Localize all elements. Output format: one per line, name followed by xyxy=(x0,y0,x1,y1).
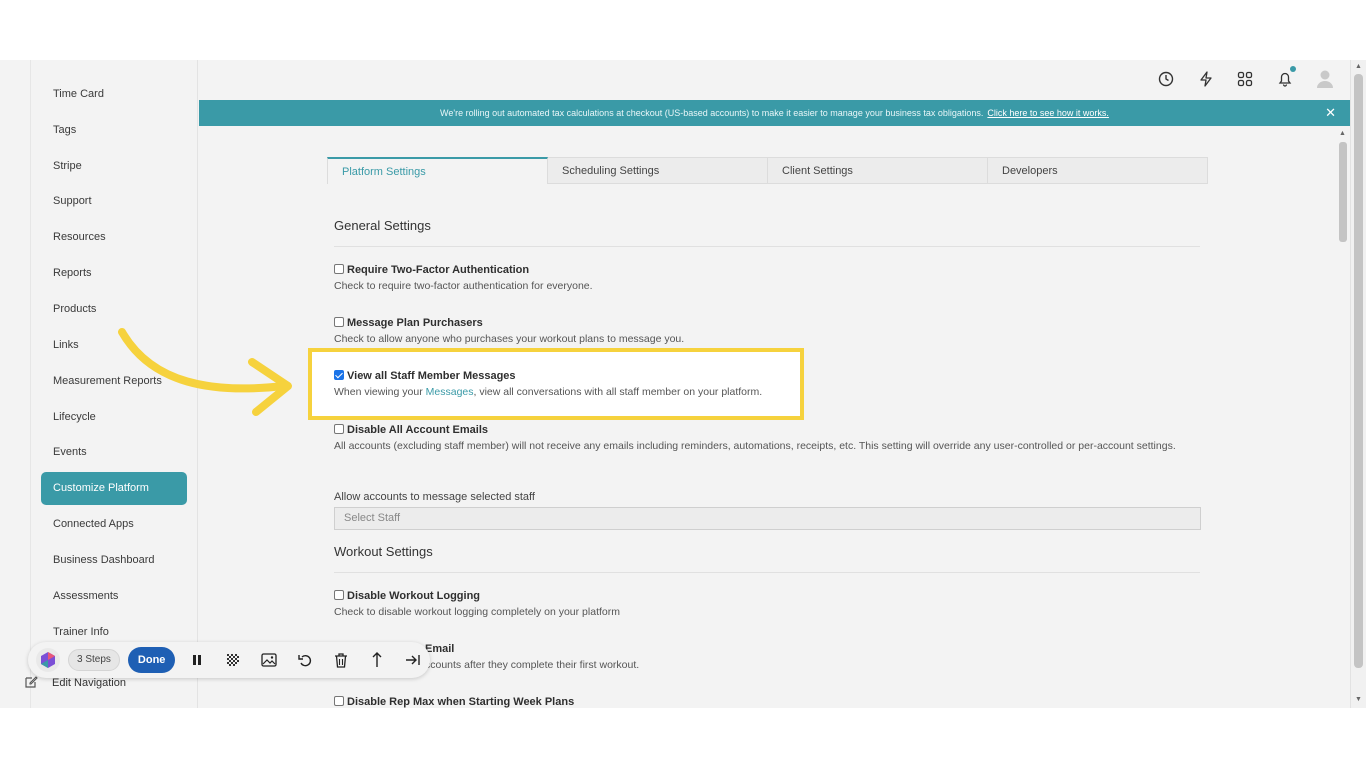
disable-workout-logging-checkbox[interactable] xyxy=(334,590,344,600)
sidebar-item-tags[interactable]: Tags xyxy=(41,114,187,147)
setting-label: View all Staff Member Messages xyxy=(347,370,516,382)
pause-icon[interactable] xyxy=(183,646,211,674)
sidebar-item-connected-apps[interactable]: Connected Apps xyxy=(41,508,187,541)
page-scrollbar-thumb[interactable] xyxy=(1354,74,1363,668)
sidebar-item-assessments[interactable]: Assessments xyxy=(41,580,187,613)
lightning-icon[interactable] xyxy=(1195,68,1217,90)
banner-link[interactable]: Click here to see how it works. xyxy=(987,108,1109,118)
two-factor-checkbox[interactable] xyxy=(334,264,344,274)
annotation-arrow xyxy=(118,328,292,416)
undo-icon[interactable] xyxy=(291,646,319,674)
setting-description-partial: ccounts after they complete their first … xyxy=(425,659,640,671)
history-icon[interactable] xyxy=(1155,68,1177,90)
setting-label: Require Two-Factor Authentication xyxy=(347,264,530,276)
setting-disable-account-emails: Disable All Account Emails All accounts … xyxy=(334,424,1200,453)
sidebar-item-resources[interactable]: Resources xyxy=(41,221,187,254)
recorder-logo-icon xyxy=(36,648,60,672)
user-avatar-icon[interactable] xyxy=(1314,68,1336,90)
sidebar-item-products[interactable]: Products xyxy=(41,293,187,326)
done-button[interactable]: Done xyxy=(127,647,176,673)
sidebar-item-stripe[interactable]: Stripe xyxy=(41,150,187,183)
setting-disable-workout-logging: Disable Workout Logging Check to disable… xyxy=(334,590,1200,619)
bell-icon[interactable] xyxy=(1274,66,1296,90)
disable-rep-max-checkbox[interactable] xyxy=(334,696,344,706)
scroll-up-icon[interactable]: ▲ xyxy=(1339,130,1346,137)
setting-label: Disable Workout Logging xyxy=(347,590,481,602)
sidebar-item-time-card[interactable]: Time Card xyxy=(41,78,187,111)
image-icon[interactable] xyxy=(255,646,283,674)
sidebar-item-customize-platform[interactable]: Customize Platform xyxy=(41,472,187,505)
sidebar-item-events[interactable]: Events xyxy=(41,436,187,469)
content-scrollbar-thumb[interactable] xyxy=(1339,142,1347,242)
settings-tabs: Platform Settings Scheduling Settings Cl… xyxy=(327,157,1208,184)
content-scrollbar[interactable]: ▲ xyxy=(1336,130,1350,708)
trash-icon[interactable] xyxy=(327,646,355,674)
tab-platform-settings[interactable]: Platform Settings xyxy=(327,157,548,184)
setting-view-staff-messages: View all Staff Member Messages When view… xyxy=(334,370,1200,399)
tab-developers[interactable]: Developers xyxy=(988,157,1208,184)
banner-text: We're rolling out automated tax calculat… xyxy=(440,108,984,118)
setting-description: When viewing your Messages, view all con… xyxy=(334,385,1200,399)
tab-scheduling-settings[interactable]: Scheduling Settings xyxy=(548,157,768,184)
view-staff-messages-checkbox[interactable] xyxy=(334,370,344,380)
sidebar-item-reports[interactable]: Reports xyxy=(41,257,187,290)
scroll-up-icon[interactable]: ▲ xyxy=(1355,63,1362,70)
divider xyxy=(334,246,1200,247)
setting-description: Check to require two-factor authenticati… xyxy=(334,280,593,292)
apps-grid-icon[interactable] xyxy=(1234,68,1256,90)
messages-link[interactable]: Messages xyxy=(426,386,474,398)
announcement-banner: We're rolling out automated tax calculat… xyxy=(199,100,1350,126)
setting-label: Disable Rep Max when Starting Week Plans xyxy=(347,696,575,708)
sidebar-item-business-dashboard[interactable]: Business Dashboard xyxy=(41,544,187,577)
top-bar xyxy=(199,60,1350,100)
setting-label-partial: Email xyxy=(425,643,455,655)
workout-settings-title: Workout Settings xyxy=(334,544,433,559)
disable-account-emails-checkbox[interactable] xyxy=(334,424,344,434)
desc-prefix: When viewing your xyxy=(334,386,423,398)
setting-label: Message Plan Purchasers xyxy=(347,317,483,329)
staff-field-label: Allow accounts to message selected staff xyxy=(334,491,535,503)
sidebar-divider xyxy=(30,60,31,708)
recorder-toolbar: 3 Steps Done xyxy=(28,642,430,678)
select-staff-dropdown[interactable]: Select Staff xyxy=(334,507,1201,530)
divider xyxy=(334,572,1200,573)
blur-icon[interactable] xyxy=(219,646,247,674)
setting-label: Disable All Account Emails xyxy=(347,424,489,436)
setting-message-plan-purchasers: Message Plan Purchasers Check to allow a… xyxy=(334,317,1200,346)
skip-to-end-icon[interactable] xyxy=(399,646,427,674)
setting-description: Check to disable workout logging complet… xyxy=(334,606,620,618)
share-icon[interactable] xyxy=(363,646,391,674)
steps-counter[interactable]: 3 Steps xyxy=(68,649,120,671)
sidebar-item-support[interactable]: Support xyxy=(41,185,187,218)
desc-suffix: , view all conversations with all staff … xyxy=(473,386,763,398)
edit-icon xyxy=(24,675,38,692)
setting-disable-rep-max: Disable Rep Max when Starting Week Plans xyxy=(334,696,1200,708)
tab-client-settings[interactable]: Client Settings xyxy=(768,157,988,184)
scroll-down-icon[interactable]: ▼ xyxy=(1355,696,1362,703)
page-scrollbar[interactable]: ▲ ▼ xyxy=(1350,60,1366,708)
message-plan-purchasers-checkbox[interactable] xyxy=(334,317,344,327)
setting-two-factor: Require Two-Factor Authentication Check … xyxy=(334,264,1200,293)
app-window: Time Card Tags Stripe Support Resources … xyxy=(0,60,1366,708)
general-settings-title: General Settings xyxy=(334,218,431,233)
setting-description: All accounts (excluding staff member) wi… xyxy=(334,440,1176,452)
close-icon[interactable]: ✕ xyxy=(1325,105,1336,121)
notification-dot xyxy=(1290,66,1296,72)
setting-description: Check to allow anyone who purchases your… xyxy=(334,333,685,345)
edit-navigation-label: Edit Navigation xyxy=(52,677,126,689)
